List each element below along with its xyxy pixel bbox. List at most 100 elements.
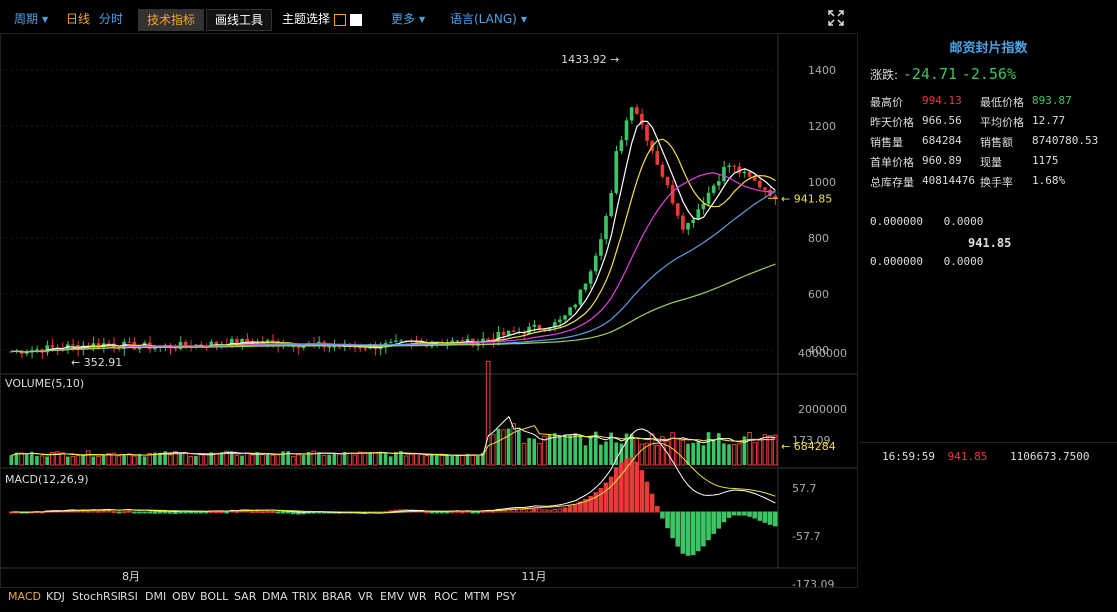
macd-bar [137, 511, 142, 514]
theme-light-swatch[interactable] [350, 13, 363, 26]
stat-label: 首单价格 [870, 156, 914, 169]
macd-bar [178, 511, 183, 514]
low-price-marker: ← 352.91 [71, 356, 122, 369]
indicator-tab-psy[interactable]: PSY [496, 590, 516, 603]
theme-select[interactable]: 主题选择 [282, 9, 363, 29]
indicator-tab-kdj[interactable]: KDJ [46, 590, 65, 603]
macd-bar [142, 511, 147, 514]
candle-body [399, 340, 403, 342]
volume-bar [372, 451, 378, 466]
indicator-tab-stochrsi[interactable]: StochRSI [72, 590, 121, 603]
volume-bar [696, 441, 701, 465]
indicator-tab-roc[interactable]: ROC [434, 590, 458, 603]
candle-body [619, 140, 624, 152]
candle-body [634, 107, 639, 114]
volume-bar [394, 452, 398, 465]
volume-bar [490, 434, 496, 466]
draw-tools-button[interactable]: 画线工具 [206, 9, 273, 31]
book-bottom-qty: 0.0000 [943, 255, 984, 268]
theme-dark-swatch[interactable] [334, 13, 347, 26]
volume-bar [203, 453, 209, 466]
book-mid-price: 941.85 [968, 236, 1012, 250]
volume-bar [214, 452, 219, 466]
volume-bar [368, 451, 372, 465]
candle-body [558, 319, 562, 323]
theme-select-label: 主题选择 [282, 12, 331, 26]
indicator-tab-obv[interactable]: OBV [172, 590, 195, 603]
macd-tick-label: 57.7 [792, 482, 817, 495]
indicator-tab-mtm[interactable]: MTM [464, 590, 490, 603]
volume-bar [506, 428, 511, 465]
chart-area[interactable]: 1400 1200 1000 800 600 400 4000000 2000000 173.0… [0, 33, 858, 588]
chart-canvas[interactable]: 14001200100080060040040000002000000173.0… [1, 34, 857, 587]
volume-bar [265, 454, 270, 465]
period-menu[interactable]: 周期 ▼ [14, 9, 48, 29]
volume-bar [116, 455, 122, 466]
macd-bar [280, 511, 286, 514]
macd-bar [260, 511, 265, 514]
macd-bar [167, 511, 173, 514]
volume-bar [711, 439, 716, 465]
volume-bar [496, 428, 501, 465]
volume-bar [747, 432, 752, 466]
candle-body [332, 346, 337, 348]
more-menu[interactable]: 更多 ▼ [391, 9, 425, 29]
candle-body [722, 166, 726, 182]
indicator-tab-sar[interactable]: SAR [234, 590, 256, 603]
indicator-tab-macd[interactable]: MACD [8, 590, 41, 603]
candle-body [732, 165, 736, 167]
language-label: 语言(LANG) [450, 12, 517, 26]
volume-bar [542, 435, 547, 466]
macd-bar [747, 511, 752, 517]
indicator-tab-emv[interactable]: EMV [380, 590, 404, 603]
volume-bar [639, 443, 645, 466]
volume-bar [75, 455, 81, 466]
volume-bar [731, 443, 737, 466]
indicator-tab-wr[interactable]: WR [408, 590, 427, 603]
macd-bar [475, 511, 481, 514]
macd-bar [634, 461, 640, 513]
indicator-tab-dma[interactable]: DMA [262, 590, 288, 603]
volume-bar [568, 435, 572, 465]
candle-body [681, 215, 685, 230]
candle-body [563, 315, 567, 320]
macd-bar [214, 511, 219, 514]
stat-label: 最低价格 [980, 96, 1024, 109]
candle-body [675, 203, 680, 216]
macd-bar [470, 511, 476, 514]
macd-bar [649, 493, 655, 513]
indicator-tab-trix[interactable]: TRIX [292, 590, 317, 603]
day-line-button[interactable]: 日线 [66, 9, 90, 29]
volume-bar [521, 442, 527, 466]
macd-bar [757, 511, 763, 521]
indicator-tab-brar[interactable]: BRAR [322, 590, 352, 603]
minute-line-button[interactable]: 分时 [99, 9, 123, 29]
macd-bar [767, 511, 773, 525]
macd-bar [424, 511, 429, 514]
indicator-tab-rsi[interactable]: RSI [120, 590, 138, 603]
volume-bar [680, 439, 686, 466]
macd-bar [542, 509, 547, 513]
volume-bar [378, 452, 383, 465]
caret-down-icon: ▼ [419, 14, 426, 24]
indicator-tab-vr[interactable]: VR [358, 590, 373, 603]
language-menu[interactable]: 语言(LANG) ▼ [450, 9, 527, 29]
stat-label: 总库存量 [870, 176, 914, 189]
tech-indicator-button[interactable]: 技术指标 [138, 9, 205, 31]
volume-bar [424, 455, 429, 466]
macd-bar [685, 511, 691, 556]
macd-bar [675, 511, 681, 547]
volume-bar [183, 452, 188, 466]
macd-bar [716, 511, 722, 529]
macd-bar [772, 511, 778, 527]
macd-bar [742, 511, 747, 516]
volume-bar [132, 455, 137, 466]
macd-bar [275, 511, 281, 514]
fullscreen-icon[interactable] [828, 10, 844, 30]
indicator-tab-boll[interactable]: BOLL [200, 590, 228, 603]
book-top-qty: 0.0000 [943, 215, 984, 228]
macd-bar [116, 511, 122, 514]
indicator-tab-dmi[interactable]: DMI [145, 590, 166, 603]
macd-bar [111, 511, 117, 514]
volume-bar [194, 455, 198, 465]
